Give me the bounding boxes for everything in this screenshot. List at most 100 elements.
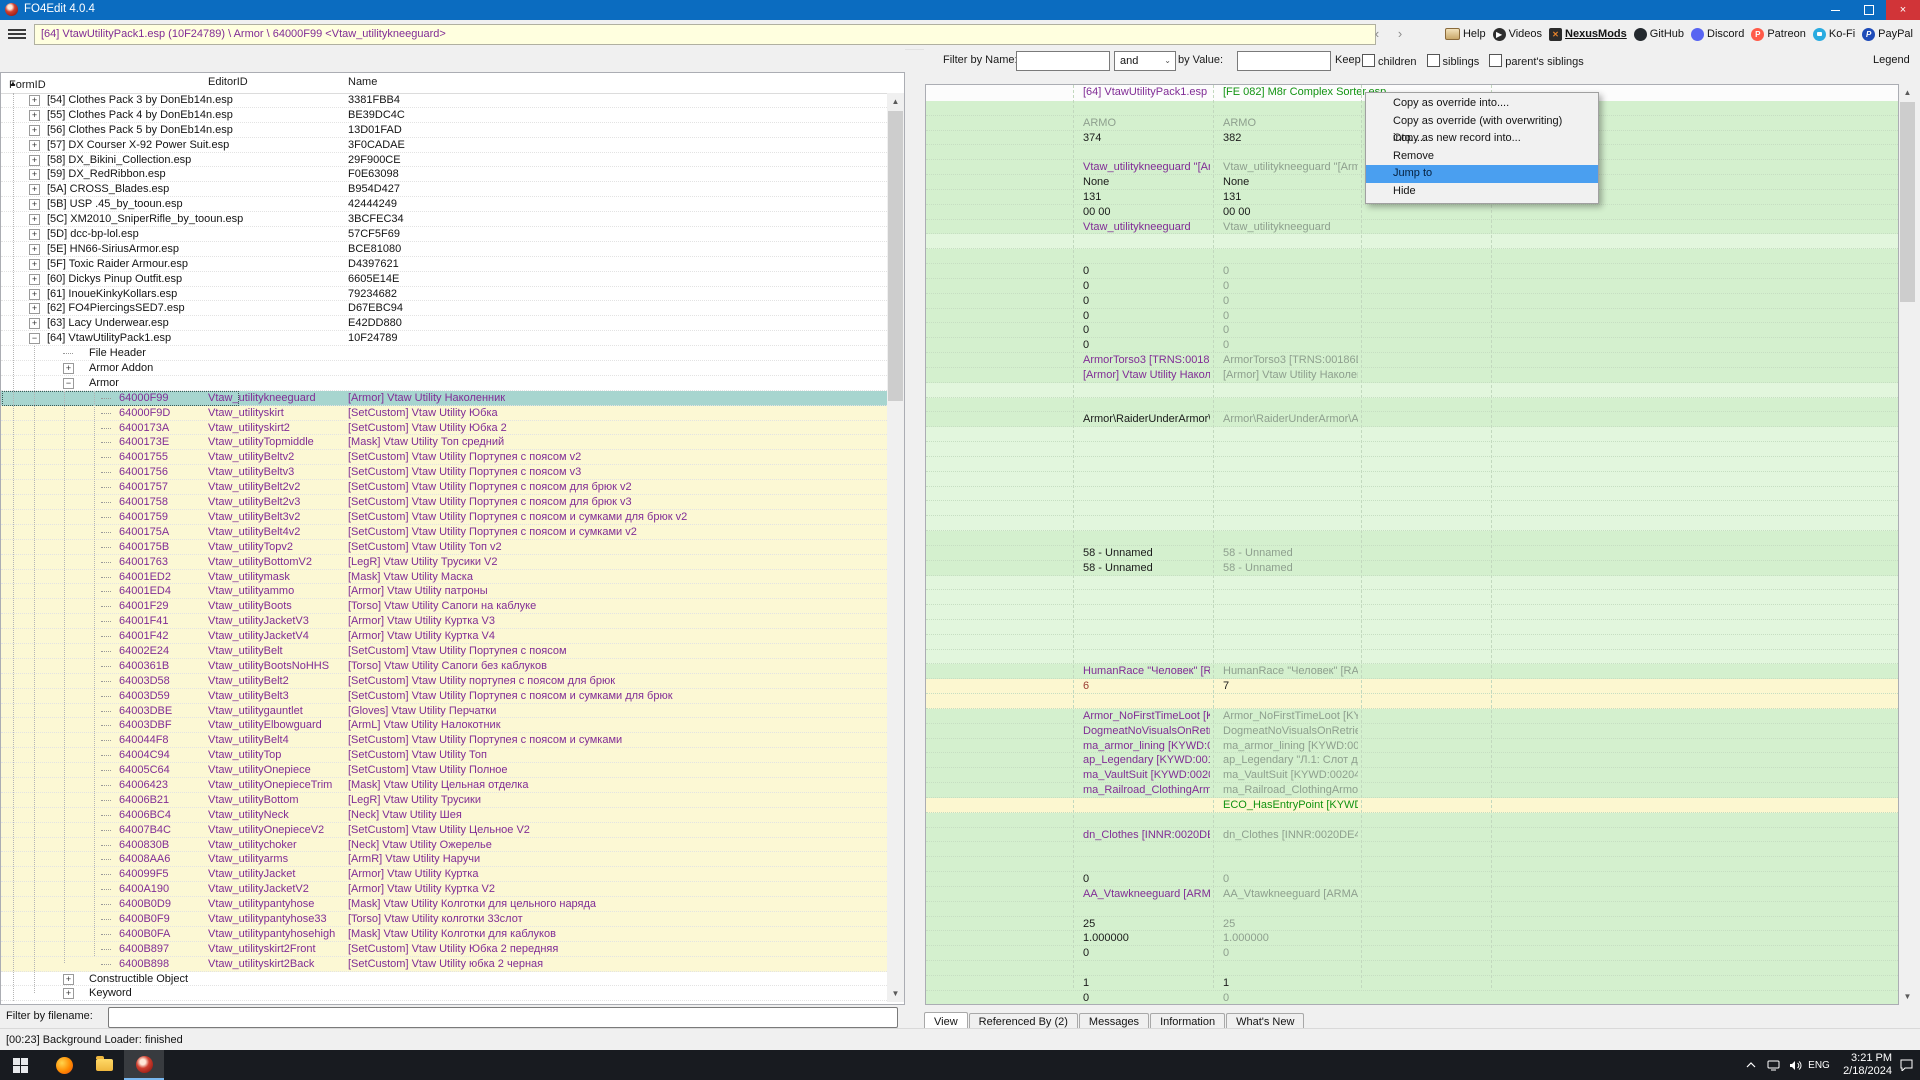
tree-row-plugin[interactable]: +[5D] dcc-bp-lol.esp57CF5F69	[1, 227, 887, 242]
expand-icon[interactable]: +	[29, 318, 40, 329]
expand-icon[interactable]: +	[29, 184, 40, 195]
record-field-row[interactable]: −DATA - DATA	[926, 902, 1898, 917]
record-field-row[interactable]: MO2S - Material Swap	[926, 442, 1898, 457]
tree-row-plugin[interactable]: +[57] DX Courser X-92 Power Suit.esp3F0C…	[1, 138, 887, 153]
tree-row-group[interactable]: −Armor	[1, 376, 887, 391]
tree-row-group[interactable]: +Armor Addon	[1, 361, 887, 376]
tree-vertical-scrollbar[interactable]: ▲ ▼	[887, 93, 904, 1002]
tree-row-record[interactable]: 64001ED4Vtaw_utilityammo[Armor] Vtaw Uti…	[1, 584, 887, 599]
tree-row-record[interactable]: 64001763Vtaw_utilityBottomV2[LegR] Vtaw …	[1, 555, 887, 570]
record-field-row[interactable]: BIDS - Block Bash Impact Dat...	[926, 635, 1898, 650]
keep-siblings-checkbox[interactable]: siblings	[1427, 56, 1480, 68]
tree-row-plugin[interactable]: +[5E] HN66-SiriusArmor.espBCE81080	[1, 242, 887, 257]
link-patreon[interactable]: PPatreon	[1751, 28, 1806, 41]
tree-row-record[interactable]: 64003DBEVtaw_utilitygauntlet[Gloves] Vta…	[1, 704, 887, 719]
record-field-row[interactable]: ICO2 - Female Inventory Ima...	[926, 501, 1898, 516]
record-field-row[interactable]: KeywordECO_HasEntryPoint [KYWD:FE05...	[926, 798, 1898, 813]
record-field-row[interactable]: ICON - Male Inventory Image	[926, 457, 1898, 472]
record-field-row[interactable]: MOD2 - Model FileNameArmor\RaiderUnderAr…	[926, 412, 1898, 427]
record-field-row[interactable]: Z100	[926, 294, 1898, 309]
tree-row-plugin[interactable]: +[61] InoueKinkyKollars.esp79234682	[1, 287, 887, 302]
context-menu-item-copy-as-new-record-into[interactable]: Copy as new record into...	[1366, 130, 1598, 148]
tree-row-plugin[interactable]: +[59] DX_RedRibbon.espF0E63098	[1, 167, 887, 182]
scroll-up-icon[interactable]: ▲	[887, 93, 904, 110]
link-ko-fi[interactable]: Ko-Fi	[1813, 28, 1855, 41]
tree-row-record[interactable]: 64001F42Vtaw_utilityJacketV4[Armor] Vtaw…	[1, 629, 887, 644]
tree-row-plugin[interactable]: +[5A] CROSS_Blades.espB954D427	[1, 182, 887, 197]
tree-row-plugin[interactable]: +[5B] USP .45_by_tooun.esp42444249	[1, 197, 887, 212]
record-field-row[interactable]: Keywordma_Railroad_ClothingArmor [KY...m…	[926, 783, 1898, 798]
tree-row-record[interactable]: 64001F41Vtaw_utilityJacketV3[Armor] Vtaw…	[1, 614, 887, 629]
taskbar-fo4edit-icon[interactable]	[124, 1050, 164, 1080]
record-field-row[interactable]: −KWDA - Keywords (sorted)	[926, 694, 1898, 709]
record-field-row[interactable]: KSIZ - Keyword Count67	[926, 679, 1898, 694]
keep-parent-s-siblings-checkbox[interactable]: parent's siblings	[1489, 56, 1584, 68]
tree-row-record[interactable]: 64001758Vtaw_utilityBelt2v3[SetCustom] V…	[1, 495, 887, 510]
tree-row-record[interactable]: 64006B21Vtaw_utilityBottom[LegR] Vtaw Ut…	[1, 793, 887, 808]
tree-row-record[interactable]: 64001759Vtaw_utilityBelt3v2[SetCustom] V…	[1, 510, 887, 525]
record-field-row[interactable]: VMAD - Virtual Machine Ada...	[926, 234, 1898, 249]
record-field-row[interactable]: INRD - Instance Namingdn_Clothes [INNR:0…	[926, 828, 1898, 843]
column-header-plugin-1[interactable]: [64] VtawUtilityPack1.esp	[1083, 86, 1207, 98]
context-menu-item-hide[interactable]: Hide	[1366, 183, 1598, 201]
context-menu-item-remove[interactable]: Remove	[1366, 148, 1598, 166]
tree-row-record[interactable]: 640044F8Vtaw_utilityBelt4[SetCustom] Vta…	[1, 733, 887, 748]
minimize-button[interactable]	[1818, 0, 1852, 20]
scroll-up-icon[interactable]: ▲	[1899, 84, 1916, 101]
legend-button[interactable]: Legend	[1873, 54, 1910, 66]
tree-row-plugin[interactable]: +[55] Clothes Pack 4 by DonEb14n.espBE39…	[1, 108, 887, 123]
expand-icon[interactable]: +	[29, 95, 40, 106]
expand-icon[interactable]: +	[29, 289, 40, 300]
tree-row-record[interactable]: 64003D58Vtaw_utilityBelt2[SetCustom] Vta…	[1, 674, 887, 689]
tree-row-record[interactable]: 64001ED2Vtaw_utilitymask[Mask] Vtaw Util…	[1, 570, 887, 585]
tree-row-record[interactable]: 64000F9DVtaw_utilityskirt[SetCustom] Vta…	[1, 406, 887, 421]
expand-icon[interactable]: +	[63, 988, 74, 999]
record-field-row[interactable]: KeywordDogmeatNoVisualsOnRetrieve [K...D…	[926, 724, 1898, 739]
tree-row-record[interactable]: 6400B0D9Vtaw_utilitypantyhose[Mask] Vtaw…	[1, 897, 887, 912]
tree-row-plugin[interactable]: +[60] Dickys Pinup Outfit.esp6605E14E	[1, 272, 887, 287]
tree-row-record[interactable]: 64000F99Vtaw_utilitykneeguard[Armor] Vta…	[1, 391, 887, 406]
scrollbar-thumb[interactable]	[1900, 102, 1915, 302]
expand-icon[interactable]: +	[29, 303, 40, 314]
expand-icon[interactable]: +	[29, 274, 40, 285]
expand-icon[interactable]: +	[29, 259, 40, 270]
tree-row-record[interactable]: 64001F29Vtaw_utilityBoots[Torso] Vtaw Ut…	[1, 599, 887, 614]
tree-row-record[interactable]: 6400B898Vtaw_utilityskirt2Back[SetCustom…	[1, 957, 887, 972]
tree-row-record[interactable]: 64004C94Vtaw_utilityTop[SetCustom] Vtaw …	[1, 748, 887, 763]
record-field-row[interactable]: Armor Rating11	[926, 976, 1898, 991]
record-field-row[interactable]: Female world model	[926, 487, 1898, 502]
record-field-row[interactable]: Y100	[926, 279, 1898, 294]
context-menu-item-copy-as-override-with-overwriting-into[interactable]: Copy as override (with overwriting) into…	[1366, 113, 1598, 131]
record-field-row[interactable]: Keywordma_VaultSuit [KYWD:00204C22]ma_Va…	[926, 768, 1898, 783]
record-field-row[interactable]: INDX - Addon Index00	[926, 872, 1898, 887]
tree-row-record[interactable]: 64006BC4Vtaw_utilityNeck[Neck] Vtaw Util…	[1, 808, 887, 823]
record-field-row[interactable]: EDID - Editor IDVtaw_utilitykneeguardVta…	[926, 220, 1898, 235]
tray-show-hidden-icons[interactable]	[1742, 1050, 1760, 1080]
record-field-row[interactable]: Keywordap_Legendary [KYWD:001E32C8]ap_Le…	[926, 753, 1898, 768]
tree-row-group[interactable]: +Constructible Object	[1, 972, 887, 987]
tree-row-record[interactable]: 64001755Vtaw_utilityBeltv2[SetCustom] Vt…	[1, 450, 887, 465]
record-field-row[interactable]: −BOD2 - Biped Body Template	[926, 531, 1898, 546]
record-field-row[interactable]: Version Control Info 200 0000 00	[926, 205, 1898, 220]
tree-row-plugin[interactable]: +[54] Clothes Pack 3 by DonEb14n.esp3381…	[1, 93, 887, 108]
expand-icon[interactable]: +	[29, 169, 40, 180]
expand-icon[interactable]: +	[63, 974, 74, 985]
record-field-row[interactable]: MIC2 - Female Message Icon	[926, 516, 1898, 531]
tray-volume-icon[interactable]	[1786, 1050, 1804, 1080]
maximize-button[interactable]	[1852, 0, 1886, 20]
col-header-name[interactable]: Name	[348, 76, 377, 88]
keep-children-checkbox[interactable]: children	[1362, 56, 1417, 68]
link-discord[interactable]: Discord	[1691, 28, 1744, 41]
expand-icon[interactable]: +	[29, 125, 40, 136]
record-field-row[interactable]: MICO - Male Message Icon	[926, 472, 1898, 487]
back-chevron-icon[interactable]: ‹	[1369, 26, 1385, 41]
tree-row-record[interactable]: 6400B0F9Vtaw_utilitypantyhose33[Torso] V…	[1, 912, 887, 927]
tray-clock[interactable]: 3:21 PM 2/18/2024	[1843, 1052, 1892, 1078]
tree-row-record[interactable]: 6400175AVtaw_utilityBelt4v2[SetCustom] V…	[1, 525, 887, 540]
expand-icon[interactable]: −	[29, 333, 40, 344]
tree-row-record[interactable]: 6400361BVtaw_utilityBootsNoHHS[Torso] Vt…	[1, 659, 887, 674]
tree-row-record[interactable]: 6400173AVtaw_utilityskirt2[SetCustom] Vt…	[1, 421, 887, 436]
taskbar-browser-icon[interactable]	[44, 1050, 84, 1080]
tree-row-group[interactable]: +Keyword	[1, 986, 887, 1001]
link-videos[interactable]: ▶Videos	[1493, 28, 1542, 41]
